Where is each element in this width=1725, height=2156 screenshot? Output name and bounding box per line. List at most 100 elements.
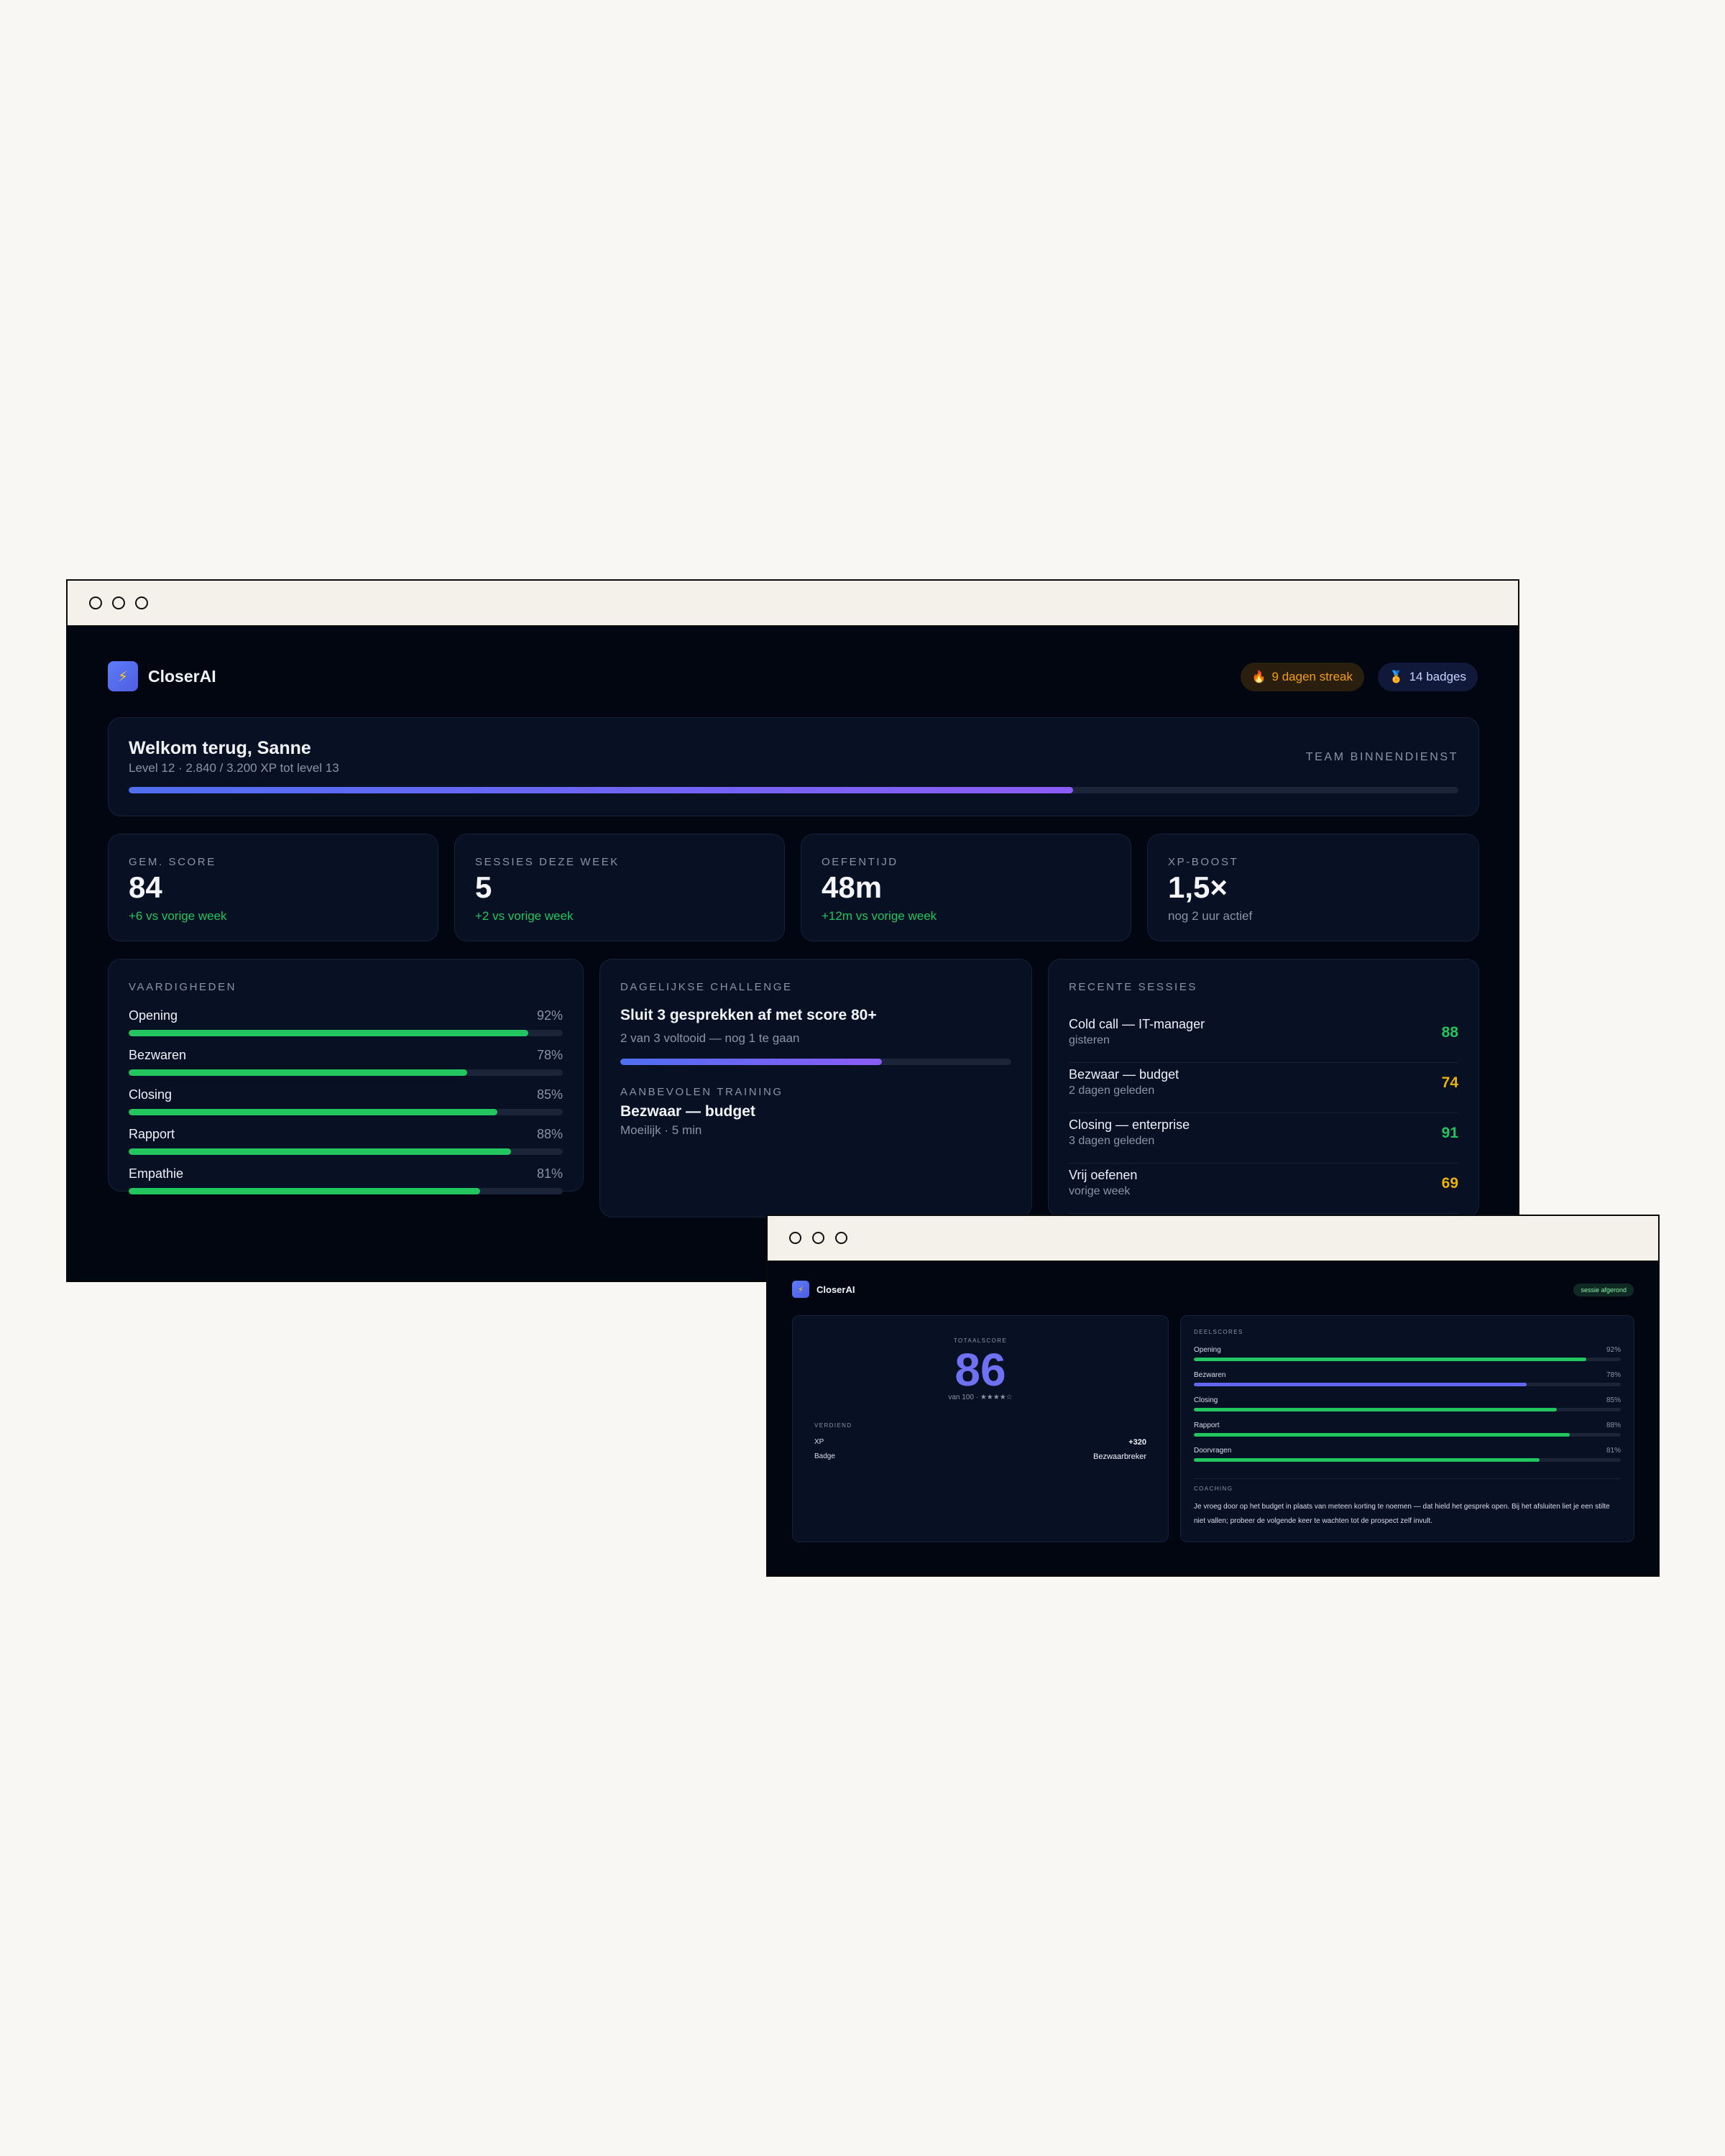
- total-score-subtext: van 100 · ★★★★☆: [948, 1393, 1013, 1401]
- medal-icon: 🏅: [1389, 671, 1404, 683]
- subscore-label: Closing: [1194, 1396, 1218, 1404]
- app-name: CloserAI: [816, 1284, 855, 1295]
- subscore-bar-fill: [1194, 1433, 1570, 1437]
- stat-card-average-score: GEM. SCORE 84 +6 vs vorige week: [108, 834, 438, 941]
- session-date: 3 dagen geleden: [1069, 1135, 1155, 1147]
- session-result-window: ⚡ CloserAI sessie afgerond TOTAALSCORE 8…: [766, 1215, 1660, 1577]
- window-minimize-button[interactable]: [112, 596, 125, 609]
- stat-card-xp-boost: XP-BOOST 1,5× nog 2 uur actief: [1147, 834, 1479, 941]
- badges-badge[interactable]: 🏅 14 badges: [1377, 663, 1478, 691]
- subscore-bar-fill: [1194, 1458, 1540, 1462]
- result-content: ⚡ CloserAI sessie afgerond TOTAALSCORE 8…: [768, 1262, 1658, 1575]
- earned-xp-value: +320: [1128, 1438, 1146, 1447]
- challenge-progress-bar: [620, 1059, 1011, 1065]
- skill-percent: 78%: [536, 1048, 563, 1062]
- skill-label: Bezwaren: [129, 1048, 187, 1062]
- streak-badge[interactable]: 🔥 9 dagen streak: [1240, 663, 1364, 691]
- session-score: 91: [1441, 1125, 1458, 1141]
- earned-badge-value: Bezwaarbreker: [1093, 1452, 1146, 1461]
- coaching-divider: [1194, 1478, 1621, 1479]
- skill-bar-fill: [129, 1148, 511, 1155]
- total-score-card: TOTAALSCORE 86 van 100 · ★★★★☆ VERDIEND …: [792, 1315, 1169, 1542]
- team-label: TEAM BINNENDIENST: [1305, 751, 1458, 763]
- subscore-bar: [1194, 1383, 1621, 1386]
- window-close-button[interactable]: [89, 596, 102, 609]
- stat-value: 5: [475, 870, 492, 904]
- stat-delta: nog 2 uur actief: [1168, 909, 1253, 923]
- recent-title: RECENTE SESSIES: [1069, 981, 1198, 993]
- stat-delta: +2 vs vorige week: [475, 909, 574, 923]
- skill-percent: 85%: [536, 1087, 563, 1102]
- stat-value: 48m: [822, 870, 883, 904]
- skill-row-rapport: Rapport 88%: [129, 1127, 563, 1164]
- window-titlebar: [768, 1216, 1658, 1262]
- skill-percent: 92%: [536, 1008, 563, 1023]
- skill-bar: [129, 1109, 563, 1115]
- window-minimize-button[interactable]: [812, 1232, 824, 1244]
- skill-bar-fill: [129, 1069, 468, 1076]
- session-title: Cold call — IT-manager: [1069, 1017, 1205, 1031]
- challenge-title: DAGELIJKSE CHALLENGE: [620, 981, 793, 993]
- window-maximize-button[interactable]: [835, 1232, 847, 1244]
- subscores-card: DEELSCORES Opening 92% Bezwaren 78% Clos…: [1180, 1315, 1634, 1542]
- window-titlebar: [68, 581, 1518, 627]
- daily-challenge-card[interactable]: DAGELIJKSE CHALLENGE Sluit 3 gesprekken …: [599, 959, 1032, 1217]
- subscores-title: DEELSCORES: [1194, 1329, 1243, 1335]
- subscore-row-closing: Closing 85%: [1194, 1396, 1621, 1421]
- stat-label: OEFENTIJD: [822, 856, 898, 868]
- skill-row-empathie: Empathie 81%: [129, 1166, 563, 1204]
- welcome-title: Welkom terug, Sanne: [129, 738, 311, 758]
- skill-bar-fill: [129, 1188, 481, 1194]
- skills-card: VAARDIGHEDEN Opening 92% Bezwaren 78% Cl…: [108, 959, 584, 1194]
- xp-progress-fill: [129, 787, 1073, 793]
- stat-label: GEM. SCORE: [129, 856, 216, 868]
- earned-label: Badge: [814, 1452, 835, 1460]
- window-close-button[interactable]: [789, 1232, 801, 1244]
- subscore-bar-fill: [1194, 1383, 1527, 1386]
- welcome-card: Welkom terug, Sanne Level 12 · 2.840 / 3…: [108, 717, 1479, 816]
- dashboard-content: ⚡ CloserAI 🔥 9 dagen streak 🏅 14 badges …: [68, 627, 1518, 1281]
- skill-bar-fill: [129, 1109, 498, 1115]
- skill-row-bezwaren: Bezwaren 78%: [129, 1048, 563, 1085]
- subscore-row-doorvragen: Doorvragen 81%: [1194, 1447, 1621, 1471]
- session-score: 88: [1441, 1024, 1458, 1041]
- recommended-title: AANBEVOLEN TRAINING: [620, 1086, 783, 1098]
- subscore-percent: 81%: [1606, 1447, 1621, 1455]
- subscore-percent: 92%: [1606, 1346, 1621, 1354]
- recommended-training-name[interactable]: Bezwaar — budget: [620, 1103, 755, 1120]
- session-title: Closing — enterprise: [1069, 1118, 1190, 1132]
- stat-value: 84: [129, 870, 162, 904]
- subscore-row-bezwaren: Bezwaren 78%: [1194, 1371, 1621, 1396]
- session-item[interactable]: Vrij oefenen vorige week 69: [1069, 1164, 1458, 1214]
- subscore-row-opening: Opening 92%: [1194, 1346, 1621, 1370]
- xp-progress-bar: [129, 787, 1458, 793]
- session-date: vorige week: [1069, 1185, 1131, 1197]
- stat-delta: +6 vs vorige week: [129, 909, 227, 923]
- stat-label: SESSIES DEZE WEEK: [475, 856, 620, 868]
- session-item[interactable]: Bezwaar — budget 2 dagen geleden 74: [1069, 1063, 1458, 1113]
- skill-percent: 88%: [536, 1127, 563, 1141]
- session-score: 74: [1441, 1074, 1458, 1091]
- session-item[interactable]: Closing — enterprise 3 dagen geleden 91: [1069, 1113, 1458, 1164]
- window-maximize-button[interactable]: [135, 596, 148, 609]
- skill-label: Rapport: [129, 1127, 175, 1141]
- stat-delta: +12m vs vorige week: [822, 909, 937, 923]
- lightning-icon: ⚡: [108, 661, 138, 691]
- streak-label: 9 dagen streak: [1271, 670, 1353, 683]
- recent-sessions-card: RECENTE SESSIES Cold call — IT-manager g…: [1048, 959, 1479, 1217]
- skill-bar: [129, 1069, 563, 1076]
- skill-percent: 81%: [536, 1166, 563, 1181]
- session-date: gisteren: [1069, 1034, 1110, 1046]
- earned-title: VERDIEND: [814, 1422, 852, 1429]
- skill-bar: [129, 1188, 563, 1194]
- flame-icon: 🔥: [1251, 671, 1266, 683]
- skill-bar: [129, 1030, 563, 1036]
- subscore-label: Bezwaren: [1194, 1371, 1226, 1379]
- challenge-headline: Sluit 3 gesprekken af met score 80+: [620, 1007, 877, 1023]
- subscore-label: Rapport: [1194, 1422, 1220, 1429]
- dashboard-window: ⚡ CloserAI 🔥 9 dagen streak 🏅 14 badges …: [66, 579, 1519, 1282]
- subscore-bar-fill: [1194, 1358, 1587, 1361]
- earned-label: XP: [814, 1438, 824, 1446]
- subscore-label: Doorvragen: [1194, 1447, 1232, 1455]
- session-item[interactable]: Cold call — IT-manager gisteren 88: [1069, 1013, 1458, 1063]
